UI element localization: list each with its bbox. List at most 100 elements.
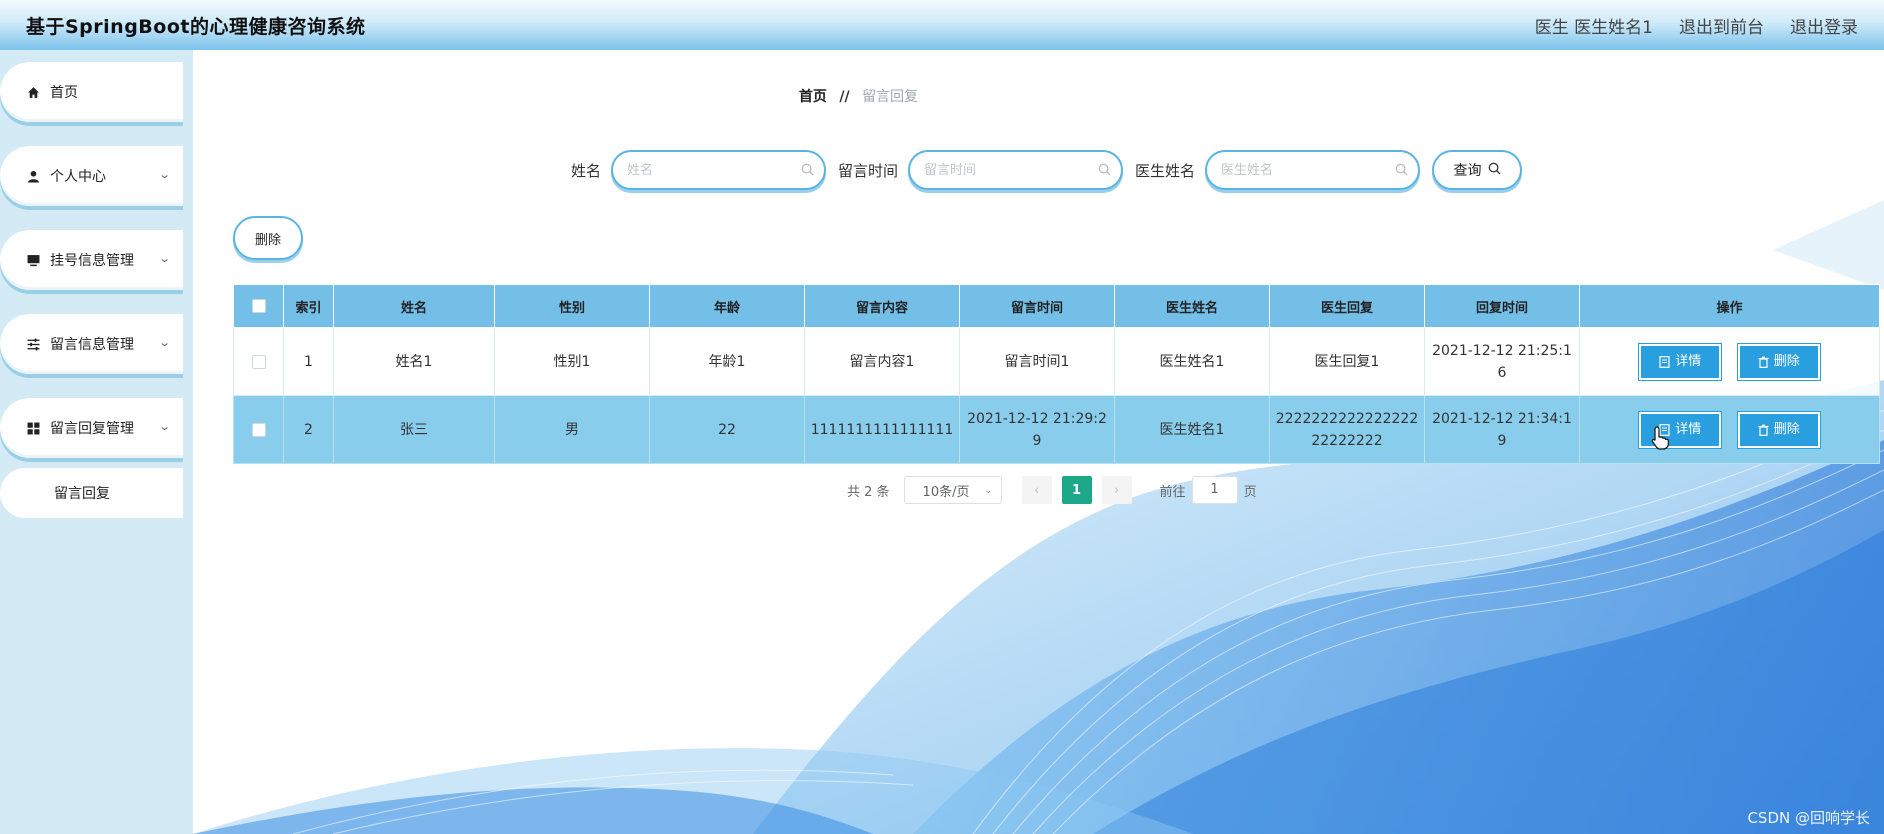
row-checkbox[interactable] xyxy=(251,422,266,437)
mouse-pointer-icon xyxy=(1651,426,1669,450)
trash-icon xyxy=(1758,356,1769,368)
sidebar-item-label: 挂号信息管理 xyxy=(50,253,134,269)
search-bar: 姓名 留言时间 医生姓名 查询 xyxy=(571,150,1523,190)
sidebar-item-registration[interactable]: 挂号信息管理 ⌄ xyxy=(0,230,183,290)
main-content: 首页 // 留言回复 姓名 留言时间 医生姓名 查询 xyxy=(193,50,1884,834)
search-icon xyxy=(1098,163,1111,180)
column-header: 留言时间 xyxy=(959,284,1115,328)
column-header: 医生姓名 xyxy=(1114,284,1270,328)
select-all-checkbox[interactable] xyxy=(251,299,266,313)
table-row: 2 张三 男 22 1111111111111111 2021-12-12 21… xyxy=(233,395,1880,464)
page-suffix: 页 xyxy=(1243,484,1257,500)
chevron-down-icon: ⌄ xyxy=(157,420,171,433)
sidebar-item-messages[interactable]: 留言信息管理 ⌄ xyxy=(0,314,183,374)
breadcrumb-separator: // xyxy=(839,89,850,105)
search-icon xyxy=(1395,163,1408,180)
column-header: 性别 xyxy=(494,284,650,328)
detail-button-label: 详情 xyxy=(1675,353,1702,369)
trash-icon xyxy=(1758,424,1769,436)
message-time-filter-label: 留言时间 xyxy=(838,161,899,180)
page-number-button[interactable]: 1 xyxy=(1061,476,1092,504)
cell-content: 留言内容1 xyxy=(804,327,960,396)
delete-button-label: 删除 xyxy=(1773,421,1800,437)
cell-actions: 详情 删除 xyxy=(1579,395,1880,464)
reply-table: 索引 姓名 性别 年龄 留言内容 留言时间 医生姓名 医生回复 回复时间 操作 … xyxy=(233,284,1880,464)
search-icon xyxy=(1488,162,1501,179)
home-icon xyxy=(26,85,40,99)
row-select-cell xyxy=(233,327,284,396)
sidebar-item-label: 首页 xyxy=(50,85,78,101)
table-header-row: 索引 姓名 性别 年龄 留言内容 留言时间 医生姓名 医生回复 回复时间 操作 xyxy=(233,284,1880,328)
cell-name: 姓名1 xyxy=(333,327,495,396)
name-filter-label: 姓名 xyxy=(571,161,602,180)
cell-reply: 222222222222222222222222 xyxy=(1269,395,1425,464)
query-button[interactable]: 查询 xyxy=(1432,150,1523,190)
prev-page-button[interactable]: ‹ xyxy=(1021,476,1052,504)
cell-index: 2 xyxy=(283,395,334,464)
sidebar-item-profile[interactable]: 个人中心 ⌄ xyxy=(0,146,183,206)
breadcrumb-current: 留言回复 xyxy=(862,89,919,105)
query-button-label: 查询 xyxy=(1453,163,1482,179)
goto-label: 前往 xyxy=(1159,484,1186,500)
message-time-filter-input[interactable] xyxy=(924,162,1095,178)
table-row: 1 姓名1 性别1 年龄1 留言内容1 留言时间1 医生姓名1 医生回复1 20… xyxy=(233,327,1880,396)
page-size-select[interactable]: 10条/页 ⌄ xyxy=(903,476,1002,504)
document-icon xyxy=(1659,355,1670,368)
cell-doctor: 医生姓名1 xyxy=(1114,327,1270,396)
cell-message-time: 留言时间1 xyxy=(959,327,1115,396)
batch-delete-button[interactable]: 删除 xyxy=(233,216,303,260)
header-actions: 医生 医生姓名1 退出到前台 退出登录 xyxy=(1535,13,1858,38)
chevron-down-icon: ⌄ xyxy=(157,168,171,181)
cell-age: 年龄1 xyxy=(649,327,805,396)
user-icon xyxy=(26,169,40,183)
logout-link[interactable]: 退出登录 xyxy=(1790,13,1858,38)
cell-index: 1 xyxy=(283,327,334,396)
current-user-label: 医生 医生姓名1 xyxy=(1534,17,1653,38)
cell-reply: 医生回复1 xyxy=(1269,327,1425,396)
delete-button[interactable]: 删除 xyxy=(1736,342,1821,381)
chevron-down-icon: ⌄ xyxy=(984,484,993,496)
monitor-icon xyxy=(26,253,40,267)
back-to-front-link[interactable]: 退出到前台 xyxy=(1679,13,1764,38)
breadcrumb: 首页 // 留言回复 xyxy=(193,86,1524,106)
sidebar: 首页 个人中心 ⌄ 挂号信息管理 ⌄ 留言信息管理 ⌄ 留言回复管理 ⌄ 留言回… xyxy=(0,50,193,834)
column-header: 姓名 xyxy=(333,284,495,328)
total-count: 共 2 条 xyxy=(847,484,890,500)
column-header: 医生回复 xyxy=(1269,284,1425,328)
reply-text: 222222222222222222222222 xyxy=(1275,410,1419,449)
reply-time-text: 2021-12-12 21:25:16 xyxy=(1432,342,1572,381)
top-header: 基于SpringBoot的心理健康咨询系统 医生 医生姓名1 退出到前台 退出登… xyxy=(0,0,1884,50)
column-header: 回复时间 xyxy=(1424,284,1580,328)
cell-message-time: 2021-12-12 21:29:29 xyxy=(959,395,1115,464)
delete-button[interactable]: 删除 xyxy=(1736,410,1821,449)
doctor-filter-label: 医生姓名 xyxy=(1135,161,1196,180)
next-page-button[interactable]: › xyxy=(1101,476,1132,504)
sidebar-item-home[interactable]: 首页 xyxy=(0,62,183,122)
cell-actions: 详情 删除 xyxy=(1579,327,1880,396)
name-filter-input[interactable] xyxy=(627,162,798,178)
cell-age: 22 xyxy=(649,395,805,464)
row-select-cell xyxy=(233,395,284,464)
detail-button-label: 详情 xyxy=(1675,421,1702,437)
page-size-value: 10条/页 xyxy=(922,484,970,500)
breadcrumb-home[interactable]: 首页 xyxy=(799,89,827,105)
cell-reply-time: 2021-12-12 21:25:16 xyxy=(1424,327,1580,396)
sidebar-subitem-message-reply[interactable]: 留言回复 xyxy=(0,468,183,518)
pagination: 共 2 条 10条/页 ⌄ ‹ 1 › 前往 1 页 xyxy=(847,476,1257,504)
cell-name: 张三 xyxy=(333,395,495,464)
doctor-filter-input[interactable] xyxy=(1221,162,1392,178)
cell-gender: 性别1 xyxy=(494,327,650,396)
detail-button[interactable]: 详情 xyxy=(1638,342,1723,381)
delete-button-label: 删除 xyxy=(1773,353,1800,369)
search-icon xyxy=(801,163,814,180)
doctor-filter-field xyxy=(1205,150,1421,190)
app-title: 基于SpringBoot的心理健康咨询系统 xyxy=(26,15,366,38)
column-header: 索引 xyxy=(283,284,334,328)
row-checkbox[interactable] xyxy=(251,354,266,369)
cell-doctor: 医生姓名1 xyxy=(1114,395,1270,464)
grid-icon xyxy=(26,421,40,435)
goto-page-input[interactable]: 1 xyxy=(1191,476,1238,504)
cell-gender: 男 xyxy=(494,395,650,464)
sidebar-item-label: 个人中心 xyxy=(50,169,106,185)
sidebar-item-replies[interactable]: 留言回复管理 ⌄ xyxy=(0,398,183,458)
